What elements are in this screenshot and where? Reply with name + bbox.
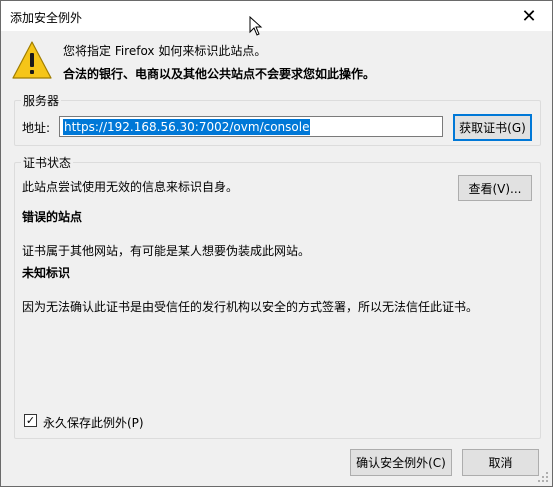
certificate-status-label: 证书状态 bbox=[21, 154, 74, 171]
warning-icon bbox=[12, 41, 52, 79]
dialog-window: 添加安全例外 ✕ 您将指定 Firefox 如何来标识此站点。 合法的银行、电商… bbox=[0, 0, 553, 487]
permanent-exception-label[interactable]: 永久保存此例外(P) bbox=[43, 414, 144, 431]
mouse-cursor-icon bbox=[249, 16, 263, 36]
close-icon: ✕ bbox=[521, 5, 537, 27]
close-button[interactable]: ✕ bbox=[506, 1, 552, 31]
server-group-label: 服务器 bbox=[21, 92, 62, 109]
window-title: 添加安全例外 bbox=[10, 11, 83, 25]
unknown-identity-heading: 未知标识 bbox=[22, 266, 71, 280]
wrong-site-heading: 错误的站点 bbox=[22, 210, 83, 224]
view-certificate-button[interactable]: 查看(V)... bbox=[458, 175, 532, 201]
warning-message: 合法的银行、电商以及其他公共站点不会要求您如此操作。 bbox=[63, 67, 376, 81]
cancel-button[interactable]: 取消 bbox=[462, 449, 539, 476]
title-bar[interactable]: 添加安全例外 ✕ bbox=[1, 1, 552, 36]
address-input[interactable]: https://192.168.56.30:7002/ovm/console bbox=[59, 116, 443, 137]
get-certificate-label: 获取证书(G) bbox=[459, 121, 526, 135]
get-certificate-button[interactable]: 获取证书(G) bbox=[453, 114, 532, 141]
wrong-site-text: 证书属于其他网站，有可能是某人想要伪装成此网站。 bbox=[22, 244, 311, 258]
checkmark-icon: ✓ bbox=[25, 414, 36, 427]
unknown-identity-text: 因为无法确认此证书是由受信任的发行机构以安全的方式签署，所以无法信任此证书。 bbox=[22, 300, 479, 314]
info-message: 您将指定 Firefox 如何来标识此站点。 bbox=[63, 44, 267, 58]
confirm-exception-button[interactable]: 确认安全例外(C) bbox=[350, 449, 452, 476]
confirm-exception-label: 确认安全例外(C) bbox=[356, 456, 446, 470]
resize-grip-icon[interactable] bbox=[537, 471, 549, 483]
permanent-exception-checkbox[interactable]: ✓ bbox=[24, 414, 37, 427]
cancel-label: 取消 bbox=[488, 456, 513, 470]
view-certificate-label: 查看(V)... bbox=[468, 181, 522, 196]
certificate-status-text: 此站点尝试使用无效的信息来标识自身。 bbox=[22, 180, 239, 194]
address-value: https://192.168.56.30:7002/ovm/console bbox=[63, 118, 311, 135]
address-label: 地址: bbox=[22, 121, 51, 135]
